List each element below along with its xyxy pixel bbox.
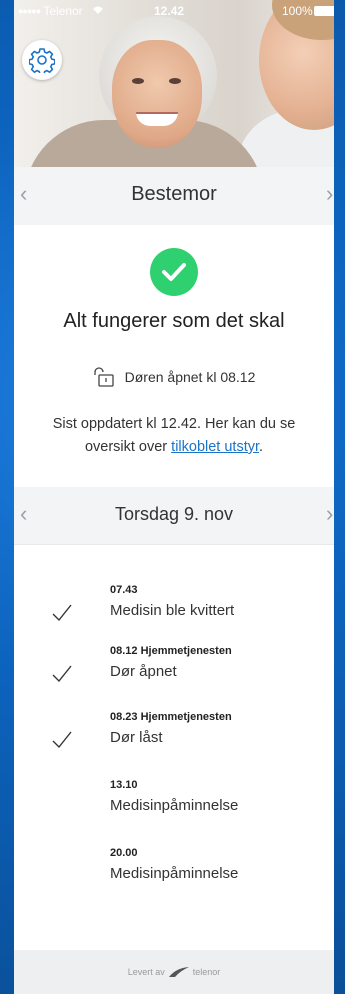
door-status: Døren åpnet kl 08.12 — [14, 365, 334, 389]
app-screen: ●●●●● Telenor 12.42 100% ‹ Bestemor › Al… — [14, 0, 334, 994]
day-switcher: ‹ Torsdag 9. nov › — [14, 487, 334, 545]
event-time: 08.12 Hjemmetjenesten — [110, 645, 232, 657]
event-title: Dør åpnet — [110, 663, 177, 680]
telenor-logo-icon — [168, 967, 189, 977]
settings-button[interactable] — [22, 40, 62, 80]
battery-icon — [314, 6, 334, 16]
checkmark-icon — [162, 263, 186, 281]
check-icon — [52, 665, 72, 683]
status-ok-badge — [150, 248, 198, 296]
status-bar: ●●●●● Telenor 12.42 100% — [14, 0, 334, 22]
wifi-icon — [93, 6, 104, 14]
unlocked-padlock-icon — [93, 367, 114, 387]
brand-name: telenor — [192, 967, 221, 977]
last-updated-text: Sist oppdatert kl 12.42. Her kan du se o… — [52, 416, 296, 455]
event-title: Dør låst — [110, 729, 163, 746]
list-item[interactable]: 08.23 Hjemmetjenesten Dør låst — [14, 711, 334, 765]
list-item[interactable]: 13.10 Medisinpåminnelse — [14, 779, 334, 833]
clock: 12.42 — [154, 4, 185, 18]
delivered-by-text: Levert av — [127, 967, 165, 977]
event-title: Medisinpåminnelse — [110, 865, 239, 882]
status-title: Alt fungerer som det skal — [63, 310, 285, 332]
event-time: 08.23 Hjemmetjenesten — [110, 711, 232, 723]
chevron-right-icon[interactable]: › — [326, 501, 333, 527]
list-item[interactable]: 08.12 Hjemmetjenesten Dør åpnet — [14, 645, 334, 699]
door-status-text: Døren åpnet kl 08.12 — [124, 369, 256, 385]
signal-strength: ●●●●● — [18, 6, 41, 16]
event-time: 20.00 — [110, 847, 138, 859]
check-icon — [52, 731, 72, 749]
event-time: 13.10 — [110, 779, 138, 791]
header-photo — [14, 0, 334, 167]
battery-percentage: 100% — [282, 4, 313, 18]
event-title: Medisinpåminnelse — [110, 797, 239, 814]
list-item[interactable]: 20.00 Medisinpåminnelse — [14, 847, 334, 901]
carrier-name: Telenor — [43, 4, 83, 18]
chevron-right-icon[interactable]: › — [326, 181, 333, 207]
footer: Levert av telenor — [14, 950, 334, 994]
day-label: Torsdag 9. nov — [114, 504, 234, 524]
list-item[interactable]: 07.43 Medisin ble kvittert — [14, 584, 334, 638]
gear-icon — [29, 48, 55, 73]
check-icon — [52, 604, 72, 622]
connected-equipment-link[interactable]: tilkoblet utstyr — [171, 439, 259, 455]
event-time: 07.43 — [110, 584, 138, 596]
person-name: Bestemor — [131, 183, 217, 205]
person-switcher: ‹ Bestemor › — [14, 167, 334, 225]
event-title: Medisin ble kvittert — [110, 602, 235, 619]
